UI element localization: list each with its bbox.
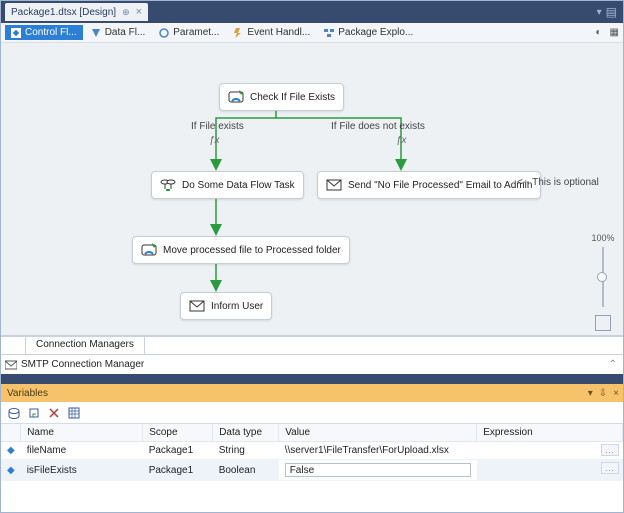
control-flow-icon xyxy=(11,28,21,38)
mail-icon xyxy=(189,298,205,314)
control-flow-canvas[interactable]: Check If File Exists If File exists ƒx I… xyxy=(1,43,623,335)
variables-header: Variables ▾ ⇩ × xyxy=(1,384,623,402)
tab-control-flow[interactable]: Control Fl... xyxy=(5,25,83,40)
window-menu-icon[interactable]: ▤ xyxy=(606,5,617,19)
col-expression[interactable]: Expression xyxy=(477,424,623,442)
task-label: Do Some Data Flow Task xyxy=(182,180,295,191)
variables-title: Variables xyxy=(7,388,48,399)
cell-name[interactable]: isFileExists xyxy=(21,460,143,481)
expression-builder-button[interactable]: … xyxy=(601,444,619,456)
cell-datatype[interactable]: Boolean xyxy=(213,460,279,481)
tab-label: Connection Managers xyxy=(36,339,134,350)
close-panel-icon[interactable]: × xyxy=(613,388,619,399)
branch-label-yes: If File exists xyxy=(191,121,244,132)
window-position-icon[interactable]: ▾ xyxy=(588,388,593,399)
script-task-icon xyxy=(228,89,244,105)
cell-name[interactable]: fileName xyxy=(21,442,143,460)
close-icon[interactable]: × xyxy=(136,6,142,18)
cell-expression[interactable]: … xyxy=(477,442,623,460)
auto-hide-icon[interactable]: ⇩ xyxy=(599,388,607,399)
expression-builder-button[interactable]: … xyxy=(601,462,619,474)
variables-grid[interactable]: Name Scope Data type Value Expression ◆ … xyxy=(1,424,623,512)
file-system-task-icon xyxy=(141,242,157,258)
value-editor[interactable]: False xyxy=(285,463,471,477)
smtp-connection-icon xyxy=(5,359,17,371)
collapse-icon[interactable]: ⌃ xyxy=(609,359,617,370)
tab-label: Package Explo... xyxy=(338,27,413,38)
col-value[interactable]: Value xyxy=(279,424,477,442)
designer-tabs: Control Fl... Data Fl... Paramet... Even… xyxy=(1,23,623,43)
tab-label: Paramet... xyxy=(173,27,219,38)
tab-parameters[interactable]: Paramet... xyxy=(153,25,225,40)
tab-label: Data Fl... xyxy=(105,27,146,38)
cell-datatype[interactable]: String xyxy=(213,442,279,460)
tab-event-handlers[interactable]: Event Handl... xyxy=(227,25,316,40)
package-explorer-icon xyxy=(324,28,334,38)
task-check-file-exists[interactable]: Check If File Exists xyxy=(219,83,344,111)
connection-managers-tab[interactable]: Connection Managers xyxy=(25,336,145,354)
task-label: Check If File Exists xyxy=(250,92,335,103)
col-datatype[interactable]: Data type xyxy=(213,424,279,442)
variable-row[interactable]: ◆ isFileExists Package1 Boolean False … xyxy=(1,460,623,481)
optional-note: <-- This is optional xyxy=(517,177,599,188)
dropdown-icon[interactable]: ▾ xyxy=(597,7,602,18)
zoom-control: 100% xyxy=(591,233,615,331)
variable-icon: ◆ xyxy=(1,460,21,481)
cell-scope: Package1 xyxy=(143,442,213,460)
col-name[interactable]: Name xyxy=(21,424,143,442)
toolbox-icon[interactable]: ▦ xyxy=(610,27,619,38)
delete-variable-icon[interactable] xyxy=(47,406,61,420)
grid-options-icon[interactable] xyxy=(67,406,81,420)
grid-header-row: Name Scope Data type Value Expression xyxy=(1,424,623,442)
zoom-handle[interactable] xyxy=(597,272,607,282)
cell-scope: Package1 xyxy=(143,460,213,481)
tab-label: Event Handl... xyxy=(247,27,310,38)
task-move-file[interactable]: Move processed file to Processed folder xyxy=(132,236,350,264)
variable-row[interactable]: ◆ fileName Package1 String \\server1\Fil… xyxy=(1,442,623,460)
variables-panel: Variables ▾ ⇩ × Name Scope Data type Val… xyxy=(1,374,623,512)
task-inform-user[interactable]: Inform User xyxy=(180,292,272,320)
tab-package-explorer[interactable]: Package Explo... xyxy=(318,25,419,40)
variables-toggle-icon[interactable]: ◐ xyxy=(596,27,602,38)
document-tab[interactable]: Package1.dtsx [Design] ⊕ × xyxy=(5,3,148,21)
fx-label-left: ƒx xyxy=(209,135,220,146)
cell-value[interactable]: \\server1\FileTransfer\ForUpload.xlsx xyxy=(279,442,477,460)
parameters-icon xyxy=(159,28,169,38)
fx-label-right: ƒx xyxy=(396,135,407,146)
mail-icon xyxy=(326,177,342,193)
task-data-flow[interactable]: Do Some Data Flow Task xyxy=(151,171,304,199)
event-handlers-icon xyxy=(233,28,243,38)
branch-label-no: If File does not exists xyxy=(331,121,425,132)
task-label: Send "No File Processed" Email to Admin xyxy=(348,180,532,191)
tab-label: Control Fl... xyxy=(25,27,77,38)
variables-toolbar xyxy=(1,402,623,424)
task-label: Inform User xyxy=(211,301,263,312)
data-flow-task-icon xyxy=(160,177,176,193)
zoom-slider[interactable] xyxy=(602,247,604,307)
add-variable-icon[interactable] xyxy=(7,406,21,420)
task-send-email[interactable]: Send "No File Processed" Email to Admin xyxy=(317,171,541,199)
document-tab-bar: Package1.dtsx [Design] ⊕ × ▾ ▤ xyxy=(1,1,623,23)
variable-icon: ◆ xyxy=(1,442,21,460)
cell-expression[interactable]: … xyxy=(477,460,623,481)
pin-icon[interactable]: ⊕ xyxy=(122,7,130,18)
task-label: Move processed file to Processed folder xyxy=(163,245,341,256)
connection-manager-item[interactable]: SMTP Connection Manager xyxy=(21,359,144,370)
document-tab-label: Package1.dtsx [Design] xyxy=(11,7,116,18)
connection-managers-panel: Connection Managers SMTP Connection Mana… xyxy=(1,335,623,374)
tab-data-flow[interactable]: Data Fl... xyxy=(85,25,152,40)
data-flow-icon xyxy=(91,28,101,38)
zoom-label: 100% xyxy=(591,233,614,243)
move-variable-icon[interactable] xyxy=(27,406,41,420)
cell-value[interactable]: False xyxy=(279,460,477,481)
col-scope[interactable]: Scope xyxy=(143,424,213,442)
connection-managers-list: SMTP Connection Manager ⌃ xyxy=(1,354,623,374)
zoom-fit-button[interactable] xyxy=(595,315,611,331)
